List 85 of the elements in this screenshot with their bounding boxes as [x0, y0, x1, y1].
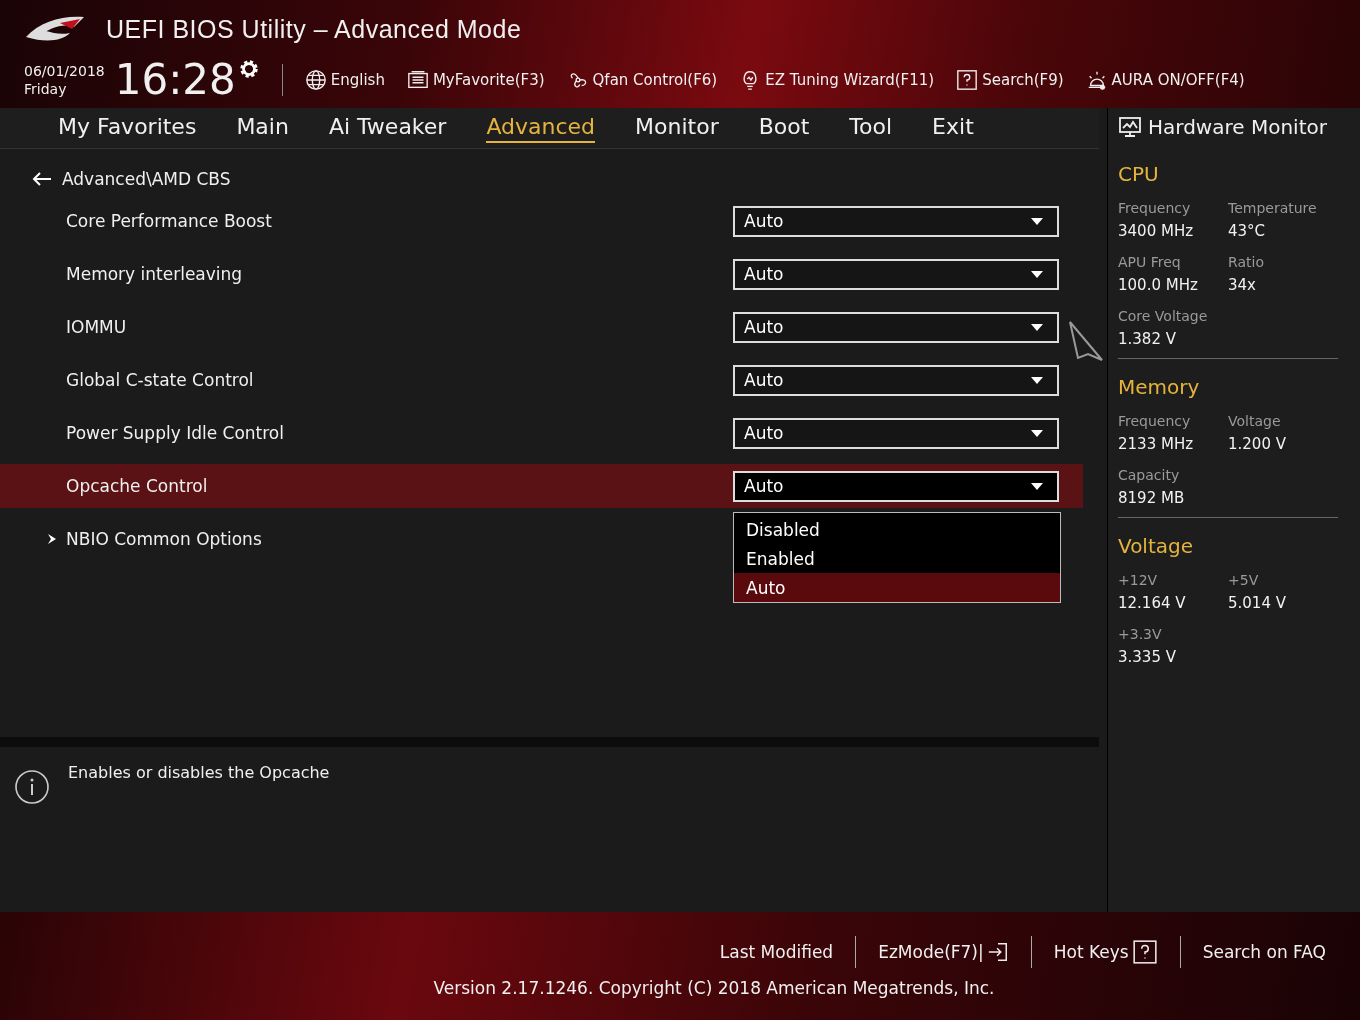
- menu-tab[interactable]: Main: [236, 113, 289, 143]
- question-icon: [1131, 939, 1158, 965]
- reading-label: +12V: [1118, 572, 1159, 588]
- footer-button[interactable]: Search on FAQ: [1180, 942, 1348, 962]
- reading-label: +5V: [1228, 572, 1260, 588]
- dropdown-option[interactable]: Enabled: [734, 544, 1060, 573]
- setting-label: Opcache Control: [65, 476, 209, 496]
- version-text: Version 2.17.1246. Copyright (C) 2018 American Megatrends, Inc.: [433, 978, 995, 998]
- setting-label: Global C-state Control: [65, 370, 255, 390]
- reading-value: 12.164 V: [1118, 594, 1187, 612]
- setting-dropdown[interactable]: Auto: [733, 364, 1059, 396]
- footer-button[interactable]: EzMode(F7)|: [856, 941, 1031, 963]
- menu-tab[interactable]: My Favorites: [58, 113, 197, 143]
- dropdown-option[interactable]: Disabled: [734, 515, 1060, 544]
- submenu-item[interactable]: NBIO Common Options: [0, 517, 640, 561]
- caret-icon: [1031, 429, 1043, 437]
- setting-dropdown[interactable]: Auto: [733, 311, 1059, 343]
- setting-dropdown[interactable]: Auto: [733, 470, 1059, 502]
- toolbar-button[interactable]: Search(F9): [956, 69, 1064, 91]
- setting-label: Core Performance Boost: [65, 211, 273, 231]
- back-arrow-icon: [32, 171, 52, 187]
- menu-tab[interactable]: Advanced: [486, 113, 596, 143]
- chevron-icon: [46, 533, 58, 545]
- dropdown-option[interactable]: Auto: [734, 573, 1060, 602]
- window-title: UEFI BIOS Utility – Advanced Mode: [106, 14, 522, 44]
- footer-button[interactable]: Hot Keys: [1031, 939, 1180, 965]
- reading-value: 100.0 MHz: [1118, 276, 1199, 294]
- reading-label: Voltage: [1228, 413, 1282, 429]
- date-text: 06/01/2018: [24, 62, 105, 80]
- menu-tab[interactable]: Boot: [758, 113, 810, 143]
- reading-value: 34x: [1228, 276, 1257, 294]
- reading-value: 43°C: [1228, 222, 1267, 240]
- caret-icon: [1031, 376, 1043, 384]
- reading-label: Capacity: [1118, 467, 1181, 483]
- setting-row-highlight[interactable]: Opcache Control Auto: [0, 464, 1083, 508]
- menu-tab[interactable]: Ai Tweaker: [328, 113, 447, 143]
- caret-icon: [1031, 270, 1043, 278]
- menu-tab[interactable]: Exit: [932, 113, 974, 143]
- reading-value: 3400 MHz: [1118, 222, 1195, 240]
- toolbar-button[interactable]: English: [304, 69, 385, 91]
- reading-label: Temperature: [1228, 200, 1318, 216]
- setting-label: Power Supply Idle Control: [65, 423, 285, 443]
- reading-value: 1.200 V: [1228, 435, 1287, 453]
- monitor-icon: [1118, 115, 1142, 139]
- reading-label: APU Freq: [1118, 254, 1182, 270]
- toolbar-button[interactable]: EZ Tuning Wizard(F11): [739, 69, 935, 91]
- setting-dropdown[interactable]: Auto: [733, 258, 1059, 290]
- reading-label: +3.3V: [1118, 626, 1163, 642]
- exit-icon: [986, 941, 1009, 963]
- reading-value: 5.014 V: [1228, 594, 1287, 612]
- caret-icon: [1031, 482, 1043, 490]
- reading-value: 3.335 V: [1118, 648, 1177, 666]
- mouse-cursor-icon: [1068, 320, 1104, 364]
- menu-tab[interactable]: Monitor: [635, 113, 719, 143]
- menu-tab[interactable]: Tool: [849, 113, 893, 143]
- list-icon: [406, 69, 429, 91]
- reading-value: 2133 MHz: [1118, 435, 1195, 453]
- reading-label: Core Voltage: [1118, 308, 1209, 324]
- question-icon: [956, 69, 979, 91]
- reading-label: Frequency: [1118, 200, 1192, 216]
- caret-icon: [1031, 323, 1043, 331]
- footer-button[interactable]: Last Modified: [697, 942, 856, 962]
- clock-time: 16:28: [114, 58, 236, 102]
- globe-icon: [304, 69, 327, 91]
- panel-title: Hardware Monitor: [1148, 115, 1327, 139]
- settings-icon[interactable]: [237, 58, 260, 80]
- setting-label: IOMMU: [65, 317, 128, 337]
- reading-value: 1.382 V: [1118, 330, 1177, 348]
- setting-dropdown[interactable]: Auto: [733, 205, 1059, 237]
- back-breadcrumb[interactable]: Advanced\AMD CBS: [0, 161, 1099, 197]
- setting-label: Memory interleaving: [65, 264, 244, 284]
- section-title: Voltage: [1118, 534, 1195, 558]
- toolbar-button[interactable]: MyFavorite(F3): [406, 69, 545, 91]
- info-icon: [14, 769, 50, 805]
- day-text: Friday: [24, 80, 68, 98]
- caret-icon: [1031, 217, 1043, 225]
- section-title: CPU: [1118, 162, 1160, 186]
- reading-value: 8192 MB: [1118, 489, 1186, 507]
- help-text: Enables or disables the Opcache: [68, 762, 330, 784]
- toolbar-button[interactable]: AURA ON/OFF(F4): [1085, 69, 1245, 91]
- reading-label: Ratio: [1228, 254, 1265, 270]
- reading-label: Frequency: [1118, 413, 1192, 429]
- setting-dropdown[interactable]: Auto: [733, 417, 1059, 449]
- section-title: Memory: [1118, 375, 1201, 399]
- toolbar-button[interactable]: Qfan Control(F6): [566, 69, 718, 91]
